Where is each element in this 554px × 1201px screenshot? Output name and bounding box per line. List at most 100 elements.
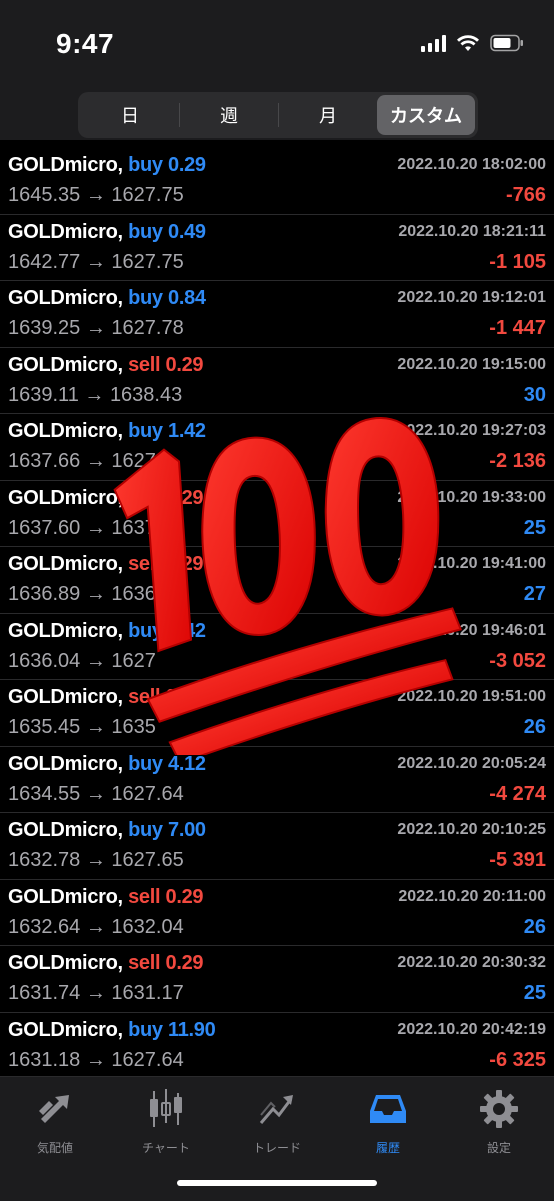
segment-week[interactable]: 週: [180, 95, 278, 135]
close-price: 1627.75: [111, 250, 184, 273]
cellular-signal-icon: [421, 34, 446, 52]
trade-prices: 1632.64 → 1632.04: [8, 916, 184, 939]
trade-profit: -1 447: [489, 317, 546, 339]
trade-row[interactable]: GOLDmicro, buy 0.84 1639.25 → 1627.78 2022…: [0, 281, 554, 348]
trade-volume: 7.00: [168, 819, 206, 841]
close-price: 1632.04: [111, 915, 184, 938]
segment-day[interactable]: 日: [81, 95, 179, 135]
tab-trade[interactable]: トレード: [222, 1089, 332, 1156]
trade-side: sell: [128, 952, 161, 974]
trade-side: buy: [128, 752, 163, 775]
open-price: 1636.04: [8, 649, 81, 672]
trade-row[interactable]: GOLDmicro, buy 0.49 1642.77 → 1627.75 2022…: [0, 215, 554, 281]
trade-datetime: 2022.10.20 19:15:00: [397, 355, 546, 373]
close-price: 1627.64: [111, 1048, 184, 1071]
open-price: 1636.89: [8, 583, 81, 605]
trade-row[interactable]: GOLDmicro, sell 0.29 1632.64 → 1632.04 202…: [0, 880, 554, 946]
trade-symbol: GOLDmicro,: [8, 885, 123, 908]
trade-side: buy: [128, 287, 163, 309]
trade-datetime: 2022.10.20 20:42:19: [397, 1020, 546, 1038]
trade-profit: 26: [523, 915, 546, 938]
price-arrow: →: [85, 1048, 106, 1071]
trade-symbol-line: GOLDmicro, buy 0.29: [8, 154, 206, 177]
trade-prices: 1642.77 → 1627.75: [8, 251, 184, 274]
trade-symbol-line: GOLDmicro, buy 0.49: [8, 221, 206, 244]
trade-symbol-line: GOLDmicro, sell 0.29: [8, 353, 204, 377]
trade-side: sell: [128, 885, 161, 908]
status-time: 9:47: [56, 28, 115, 59]
trade-symbol-line: GOLDmicro, buy 7.00: [8, 819, 206, 842]
open-price: 1631.18: [8, 1048, 81, 1071]
price-arrow: →: [85, 782, 106, 805]
price-arrow: →: [85, 250, 106, 273]
segment-month[interactable]: 月: [279, 95, 377, 135]
trade-volume: 0.29: [168, 154, 206, 176]
price-arrow: →: [85, 982, 106, 1004]
trade-prices: 1639.25 → 1627.78: [8, 317, 184, 340]
close-price: 1627.65: [111, 849, 184, 871]
price-arrow: →: [85, 915, 106, 938]
price-arrow: →: [85, 184, 106, 206]
open-price: 1635.45: [8, 716, 81, 738]
trade-volume: 0.49: [168, 220, 206, 243]
trade-side: buy: [128, 220, 163, 243]
trade-row[interactable]: GOLDmicro, buy 0.29 1645.35 → 1627.75 2022…: [0, 148, 554, 215]
trade-symbol: GOLDmicro,: [8, 154, 123, 176]
trade-volume: 4.12: [168, 752, 206, 775]
close-price: 1627.75: [111, 184, 184, 206]
trade-profit: 25: [523, 982, 546, 1004]
tab-label: 設定: [486, 1141, 511, 1155]
trade-side: buy: [128, 1018, 163, 1041]
trade-volume: 0.29: [165, 885, 204, 908]
history-icon: [370, 1095, 406, 1123]
trade-side: buy: [128, 154, 163, 176]
settings-icon: [480, 1090, 518, 1128]
trade-volume: 11.90: [168, 1018, 216, 1041]
trade-profit: -1 105: [489, 250, 546, 273]
trade-symbol-line: GOLDmicro, buy 4.12: [8, 753, 206, 776]
trade-datetime: 2022.10.20 20:11:00: [398, 887, 546, 905]
trade-row[interactable]: GOLDmicro, buy 4.12 1634.55 → 1627.64 2022…: [0, 747, 554, 813]
trade-icon: [259, 1095, 293, 1124]
trade-profit: -2 136: [489, 450, 546, 472]
trade-symbol: GOLDmicro,: [8, 1018, 123, 1041]
trade-volume: 0.29: [165, 952, 204, 974]
open-price: 1637.60: [8, 516, 81, 539]
trade-volume: 0.84: [168, 287, 206, 309]
trade-symbol: GOLDmicro,: [8, 819, 123, 841]
trade-profit: 26: [523, 716, 546, 738]
tab-quotes[interactable]: 気配値: [0, 1089, 110, 1156]
tab-chart[interactable]: チャート: [111, 1089, 221, 1156]
home-indicator: [177, 1180, 377, 1186]
trade-symbol-line: GOLDmicro, buy 0.84: [8, 287, 206, 310]
open-price: 1639.11: [8, 383, 79, 406]
status-icons: [421, 34, 524, 52]
open-price: 1645.35: [8, 184, 81, 206]
close-price: 1627.78: [111, 317, 184, 339]
trade-profit: -6 325: [489, 1048, 546, 1071]
tab-label: チャート: [142, 1141, 190, 1155]
trade-volume: 0.29: [165, 353, 204, 376]
trade-side: sell: [128, 353, 161, 376]
trade-symbol: GOLDmicro,: [8, 353, 123, 376]
trade-datetime: 2022.10.20 19:12:01: [397, 289, 546, 306]
trade-datetime: 2022.10.20 18:21:11: [398, 222, 546, 240]
open-price: 1634.55: [8, 782, 81, 805]
trade-row[interactable]: GOLDmicro, buy 7.00 1632.78 → 1627.65 2022…: [0, 813, 554, 880]
trade-row[interactable]: GOLDmicro, sell 0.29 1631.74 → 1631.17 202…: [0, 946, 554, 1013]
tab-label: 履歴: [375, 1141, 400, 1155]
trade-symbol-line: GOLDmicro, sell 0.29: [8, 885, 204, 909]
segment-custom[interactable]: カスタム: [377, 95, 475, 135]
trade-symbol-line: GOLDmicro, buy 11.90: [8, 1018, 216, 1042]
trade-symbol: GOLDmicro,: [8, 952, 123, 974]
trade-profit: 25: [523, 516, 546, 539]
trade-symbol: GOLDmicro,: [8, 220, 123, 243]
tab-history[interactable]: 履歴: [333, 1089, 443, 1156]
trade-side: buy: [128, 819, 163, 841]
close-price: 1631.17: [111, 982, 184, 1004]
trade-row[interactable]: GOLDmicro, buy 11.90 1631.18 → 1627.64 202…: [0, 1013, 554, 1079]
status-bar: 9:47: [0, 0, 554, 84]
price-arrow: →: [85, 317, 106, 339]
trade-prices: 1634.55 → 1627.64: [8, 783, 184, 806]
tab-settings[interactable]: 設定: [444, 1089, 554, 1156]
